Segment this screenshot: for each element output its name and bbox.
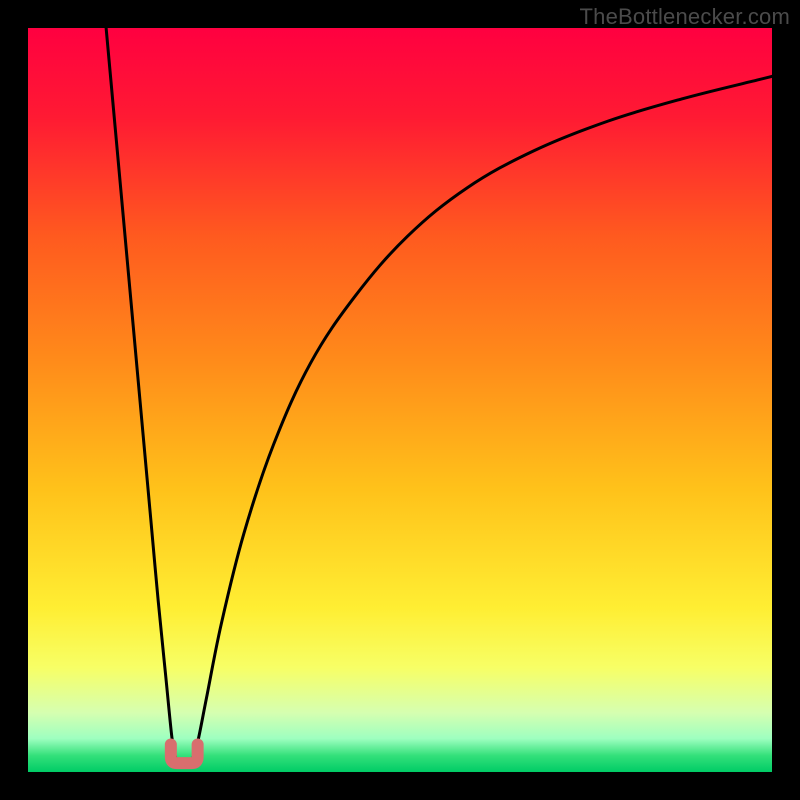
chart-frame [28,28,772,772]
bottleneck-chart [28,28,772,772]
watermark-text: TheBottlenecker.com [580,4,790,30]
